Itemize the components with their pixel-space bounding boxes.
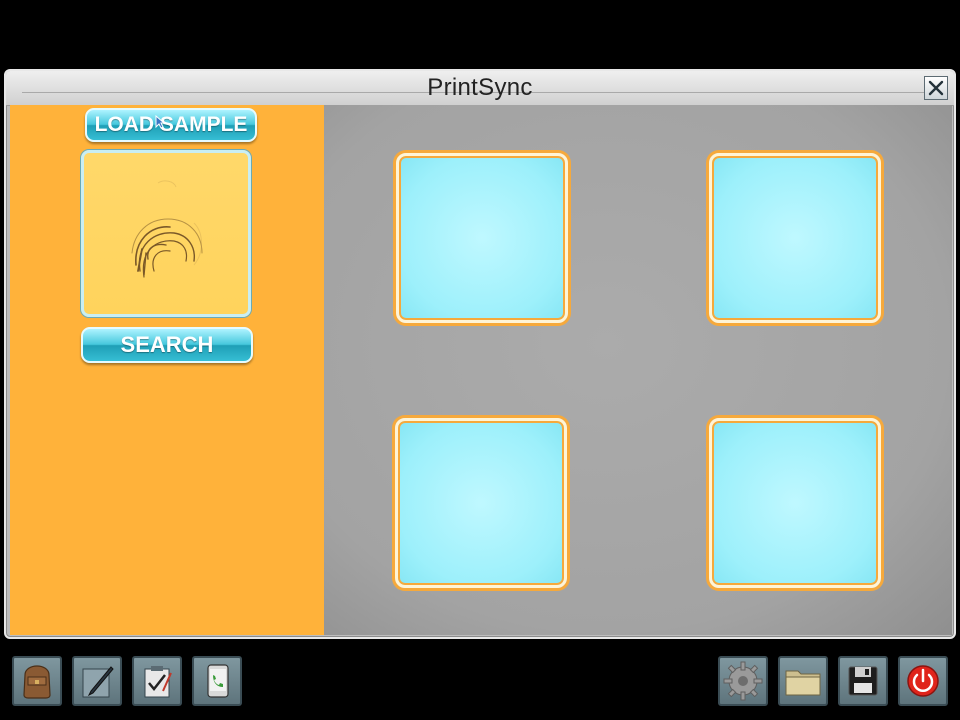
backpack-icon bbox=[23, 665, 51, 699]
floppy-disk-icon bbox=[848, 666, 878, 696]
search-button[interactable]: SEARCH bbox=[81, 327, 253, 363]
inventory-bag-button[interactable] bbox=[12, 656, 62, 706]
close-button[interactable] bbox=[924, 76, 948, 100]
power-icon bbox=[907, 665, 939, 697]
result-slot-3[interactable] bbox=[395, 418, 567, 588]
folder-icon bbox=[785, 670, 821, 696]
phone-button[interactable] bbox=[192, 656, 242, 706]
files-button[interactable] bbox=[778, 656, 828, 706]
load-sample-button[interactable]: LOAD SAMPLE bbox=[85, 108, 257, 142]
printsync-window: PrintSync LOAD SAMPLE SEARCH bbox=[4, 69, 956, 639]
result-slot-4[interactable] bbox=[709, 418, 881, 588]
result-slot-2[interactable] bbox=[709, 153, 881, 323]
fingerprint-icon bbox=[131, 180, 203, 278]
settings-button[interactable] bbox=[718, 656, 768, 706]
title-bar: PrintSync bbox=[6, 71, 954, 106]
window-title: PrintSync bbox=[427, 74, 533, 101]
fingerprint-sample-card bbox=[81, 150, 251, 317]
task-list-button[interactable] bbox=[132, 656, 182, 706]
result-slot-1[interactable] bbox=[396, 153, 568, 323]
checklist-icon bbox=[144, 666, 172, 698]
save-button[interactable] bbox=[838, 656, 888, 706]
close-icon bbox=[928, 80, 944, 96]
notes-button[interactable] bbox=[72, 656, 122, 706]
mouse-cursor-icon bbox=[155, 115, 165, 129]
pen-notepad-icon bbox=[82, 666, 114, 698]
gear-icon bbox=[723, 661, 763, 701]
quit-button[interactable] bbox=[898, 656, 948, 706]
phone-icon bbox=[207, 664, 229, 698]
